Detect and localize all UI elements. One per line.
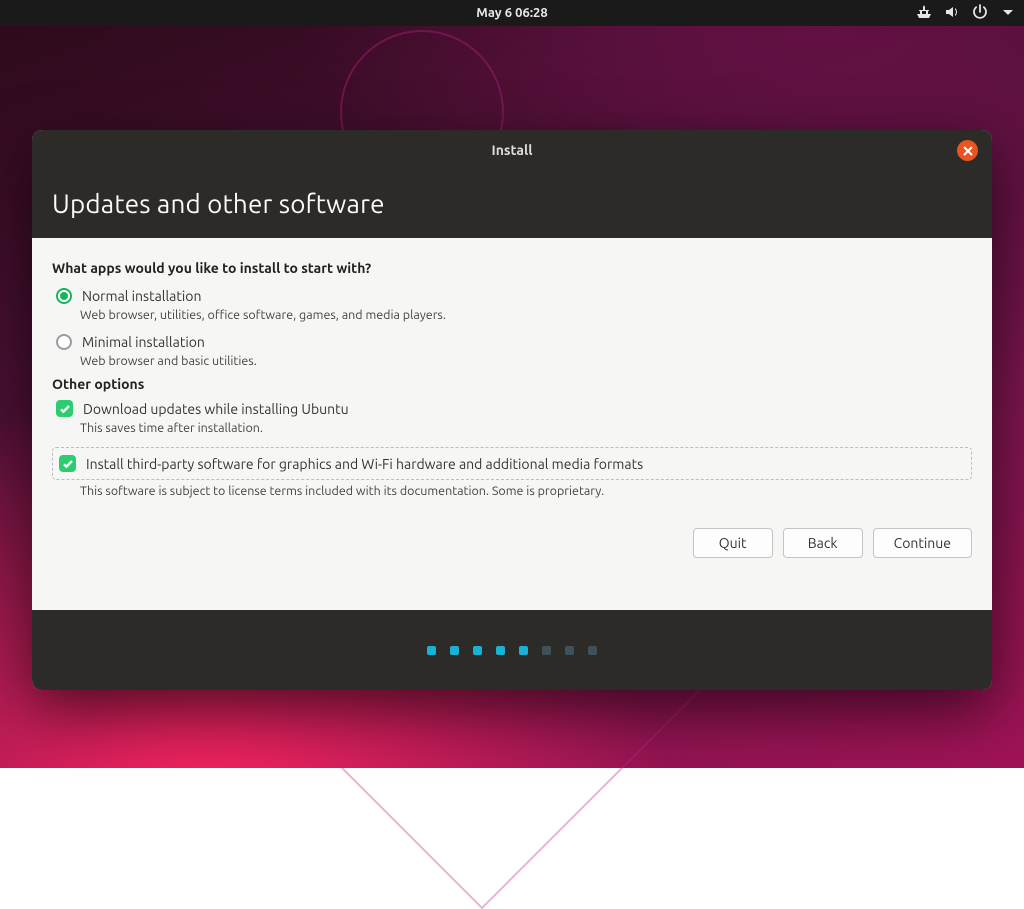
radio-normal-installation[interactable]: Normal installation [56,288,972,304]
pager-dot [496,646,505,655]
quit-button[interactable]: Quit [693,528,773,558]
power-icon[interactable] [972,4,988,23]
page-heading: Updates and other software [52,189,385,218]
back-button[interactable]: Back [783,528,863,558]
installer-body: What apps would you like to install to s… [32,238,992,610]
chevron-down-icon[interactable] [1000,4,1016,23]
pager-dot [450,646,459,655]
gnome-top-bar: May 6 06:28 [0,0,1024,26]
wizard-pager [32,610,992,690]
checkbox-label: Install third-party software for graphic… [86,456,643,472]
window-title: Install [32,142,992,158]
radio-label: Normal installation [82,288,201,304]
minimal-installation-desc: Web browser and basic utilities. [80,354,972,368]
pager-dot [427,646,436,655]
pager-dot [519,646,528,655]
third-party-desc: This software is subject to license term… [80,484,972,498]
radio-icon [56,334,72,350]
checkbox-download-updates[interactable]: Download updates while installing Ubuntu [56,400,972,417]
pager-dot [473,646,482,655]
checkbox-icon [59,455,76,472]
system-tray[interactable] [916,0,1016,26]
radio-icon [56,288,72,304]
pager-dot [565,646,574,655]
window-header: Install Updates and other software [32,130,992,238]
pager-dot [588,646,597,655]
wizard-buttons: Quit Back Continue [52,528,972,558]
radio-minimal-installation[interactable]: Minimal installation [56,334,972,350]
clock: May 6 06:28 [476,6,547,20]
installer-window: Install Updates and other software What … [32,130,992,690]
checkbox-icon [56,400,73,417]
network-icon[interactable] [916,4,932,23]
continue-button[interactable]: Continue [873,528,972,558]
close-button[interactable] [957,140,978,161]
volume-icon[interactable] [944,4,960,23]
radio-label: Minimal installation [82,334,205,350]
checkbox-third-party[interactable]: Install third-party software for graphic… [52,447,972,480]
download-updates-desc: This saves time after installation. [80,421,972,435]
install-type-question: What apps would you like to install to s… [52,260,972,276]
normal-installation-desc: Web browser, utilities, office software,… [80,308,972,322]
checkbox-label: Download updates while installing Ubuntu [83,401,349,417]
pager-dot [542,646,551,655]
other-options-title: Other options [52,376,972,392]
